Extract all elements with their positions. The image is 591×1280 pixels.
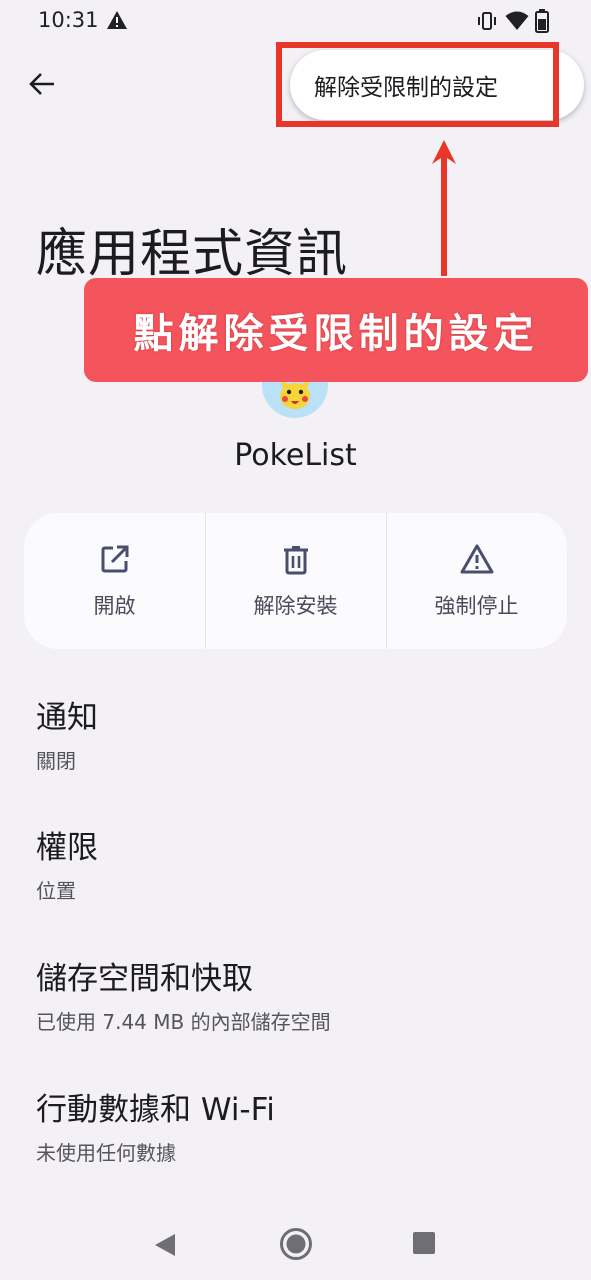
item-subtitle: 已使用 7.44 MB 的內部儲存空間 bbox=[36, 1010, 331, 1034]
notifications-item[interactable]: 通知 關閉 bbox=[36, 692, 98, 774]
wifi-icon bbox=[505, 11, 529, 30]
highlight-box bbox=[276, 42, 559, 127]
app-actions-card: 開啟 解除安裝 強制停止 bbox=[24, 513, 567, 649]
item-subtitle: 位置 bbox=[36, 879, 76, 903]
warning-triangle-icon bbox=[460, 544, 493, 574]
status-bar: 10:31 bbox=[0, 0, 591, 44]
uninstall-button[interactable]: 解除安裝 bbox=[205, 513, 386, 649]
nav-home-icon[interactable] bbox=[279, 1227, 313, 1261]
battery-icon bbox=[535, 9, 549, 33]
item-title: 行動數據和 Wi-Fi bbox=[36, 1092, 275, 1128]
arrow-back-icon bbox=[29, 73, 54, 95]
page-title: 應用程式資訊 bbox=[36, 225, 349, 284]
uninstall-label: 解除安裝 bbox=[253, 594, 338, 618]
warning-icon bbox=[107, 11, 127, 29]
trash-icon bbox=[283, 546, 308, 575]
navigation-bar bbox=[0, 1210, 591, 1280]
item-title: 儲存空間和快取 bbox=[36, 961, 253, 997]
item-subtitle: 未使用任何數據 bbox=[36, 1141, 176, 1165]
vibrate-icon bbox=[478, 12, 496, 30]
status-time: 10:31 bbox=[38, 8, 99, 32]
item-title: 權限 bbox=[36, 830, 98, 866]
storage-item[interactable]: 儲存空間和快取 已使用 7.44 MB 的內部儲存空間 bbox=[36, 953, 331, 1035]
open-button[interactable]: 開啟 bbox=[24, 513, 205, 649]
force-stop-button[interactable]: 強制停止 bbox=[386, 513, 567, 649]
open-external-icon bbox=[101, 545, 128, 573]
callout-text: 點解除受限制的設定 bbox=[133, 311, 539, 357]
annotation-arrow bbox=[432, 140, 456, 276]
force-stop-label: 強制停止 bbox=[434, 594, 519, 618]
app-name: PokeList bbox=[234, 438, 357, 473]
nav-recents-icon[interactable] bbox=[412, 1231, 436, 1255]
back-button[interactable] bbox=[22, 64, 62, 104]
permissions-item[interactable]: 權限 位置 bbox=[36, 822, 98, 904]
item-subtitle: 關閉 bbox=[36, 749, 76, 773]
nav-back-icon[interactable] bbox=[153, 1232, 177, 1258]
item-title: 通知 bbox=[36, 700, 98, 736]
open-label: 開啟 bbox=[93, 594, 136, 618]
instruction-callout: 點解除受限制的設定 bbox=[84, 278, 588, 382]
mobile-data-item[interactable]: 行動數據和 Wi-Fi 未使用任何數據 bbox=[36, 1084, 275, 1166]
